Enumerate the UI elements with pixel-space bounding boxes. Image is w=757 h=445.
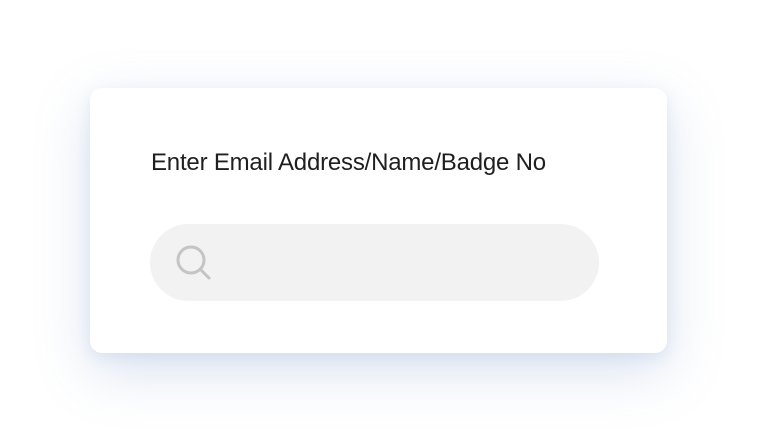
search-box[interactable] [150, 223, 599, 302]
search-icon [174, 243, 214, 283]
search-prompt-label: Enter Email Address/Name/Badge No [151, 149, 546, 176]
search-card: Enter Email Address/Name/Badge No [90, 88, 667, 353]
search-input[interactable] [224, 223, 569, 302]
